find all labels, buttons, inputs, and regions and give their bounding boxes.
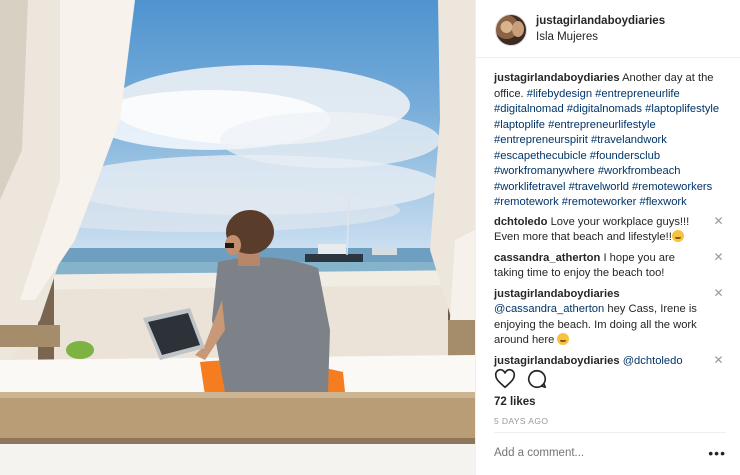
caption-hashtags[interactable]: #lifebydesign #entrepreneurlife #digital… bbox=[494, 88, 719, 209]
comment-mention[interactable]: @cassandra_atherton bbox=[494, 303, 604, 315]
comment-username[interactable]: justagirlandaboydiaries bbox=[494, 355, 620, 367]
comment-username[interactable]: justagirlandaboydiaries bbox=[494, 288, 620, 300]
post-username[interactable]: justagirlandaboydiaries bbox=[536, 15, 665, 27]
beach-scene-illustration bbox=[0, 0, 475, 475]
comment-username[interactable]: cassandra_atherton bbox=[494, 252, 600, 264]
caption: justagirlandaboydiaries Another day at t… bbox=[494, 71, 726, 211]
comments-list: justagirlandaboydiaries Another day at t… bbox=[494, 71, 726, 374]
post-details-panel: justagirlandaboydiaries Isla Mujeres jus… bbox=[475, 0, 740, 475]
comment-mention[interactable]: @dchtoledo bbox=[623, 355, 683, 367]
post-actions bbox=[494, 368, 726, 392]
comment-item: dchtoledo Love your workplace guys!!! Ev… bbox=[494, 215, 726, 246]
comment-username[interactable]: dchtoledo bbox=[494, 216, 547, 228]
comment-bubble-icon[interactable] bbox=[526, 368, 548, 390]
likes-count[interactable]: 72 likes bbox=[494, 396, 536, 408]
close-icon[interactable]: ✕ bbox=[713, 215, 724, 227]
post-timestamp: 5 DAYS AGO bbox=[494, 416, 549, 426]
add-comment-bar: ••• bbox=[494, 432, 726, 475]
comment-item: justagirlandaboydiaries @dchtoledo ✕ bbox=[494, 354, 726, 370]
comment-item: cassandra_atherton I hope you are taking… bbox=[494, 251, 726, 282]
close-icon[interactable]: ✕ bbox=[713, 354, 724, 366]
more-options-icon[interactable]: ••• bbox=[708, 445, 726, 461]
smile-emoji-icon bbox=[671, 230, 684, 242]
smile-emoji-icon bbox=[557, 333, 570, 345]
post-header: justagirlandaboydiaries Isla Mujeres bbox=[476, 0, 740, 58]
post-location[interactable]: Isla Mujeres bbox=[536, 31, 598, 43]
close-icon[interactable]: ✕ bbox=[713, 251, 724, 263]
close-icon[interactable]: ✕ bbox=[713, 287, 724, 299]
heart-icon[interactable] bbox=[494, 368, 516, 390]
post-photo[interactable] bbox=[0, 0, 475, 475]
comment-item: justagirlandaboydiaries @cassandra_ather… bbox=[494, 287, 726, 349]
caption-username[interactable]: justagirlandaboydiaries bbox=[494, 72, 620, 84]
avatar[interactable] bbox=[495, 14, 527, 46]
add-comment-input[interactable] bbox=[494, 447, 694, 459]
